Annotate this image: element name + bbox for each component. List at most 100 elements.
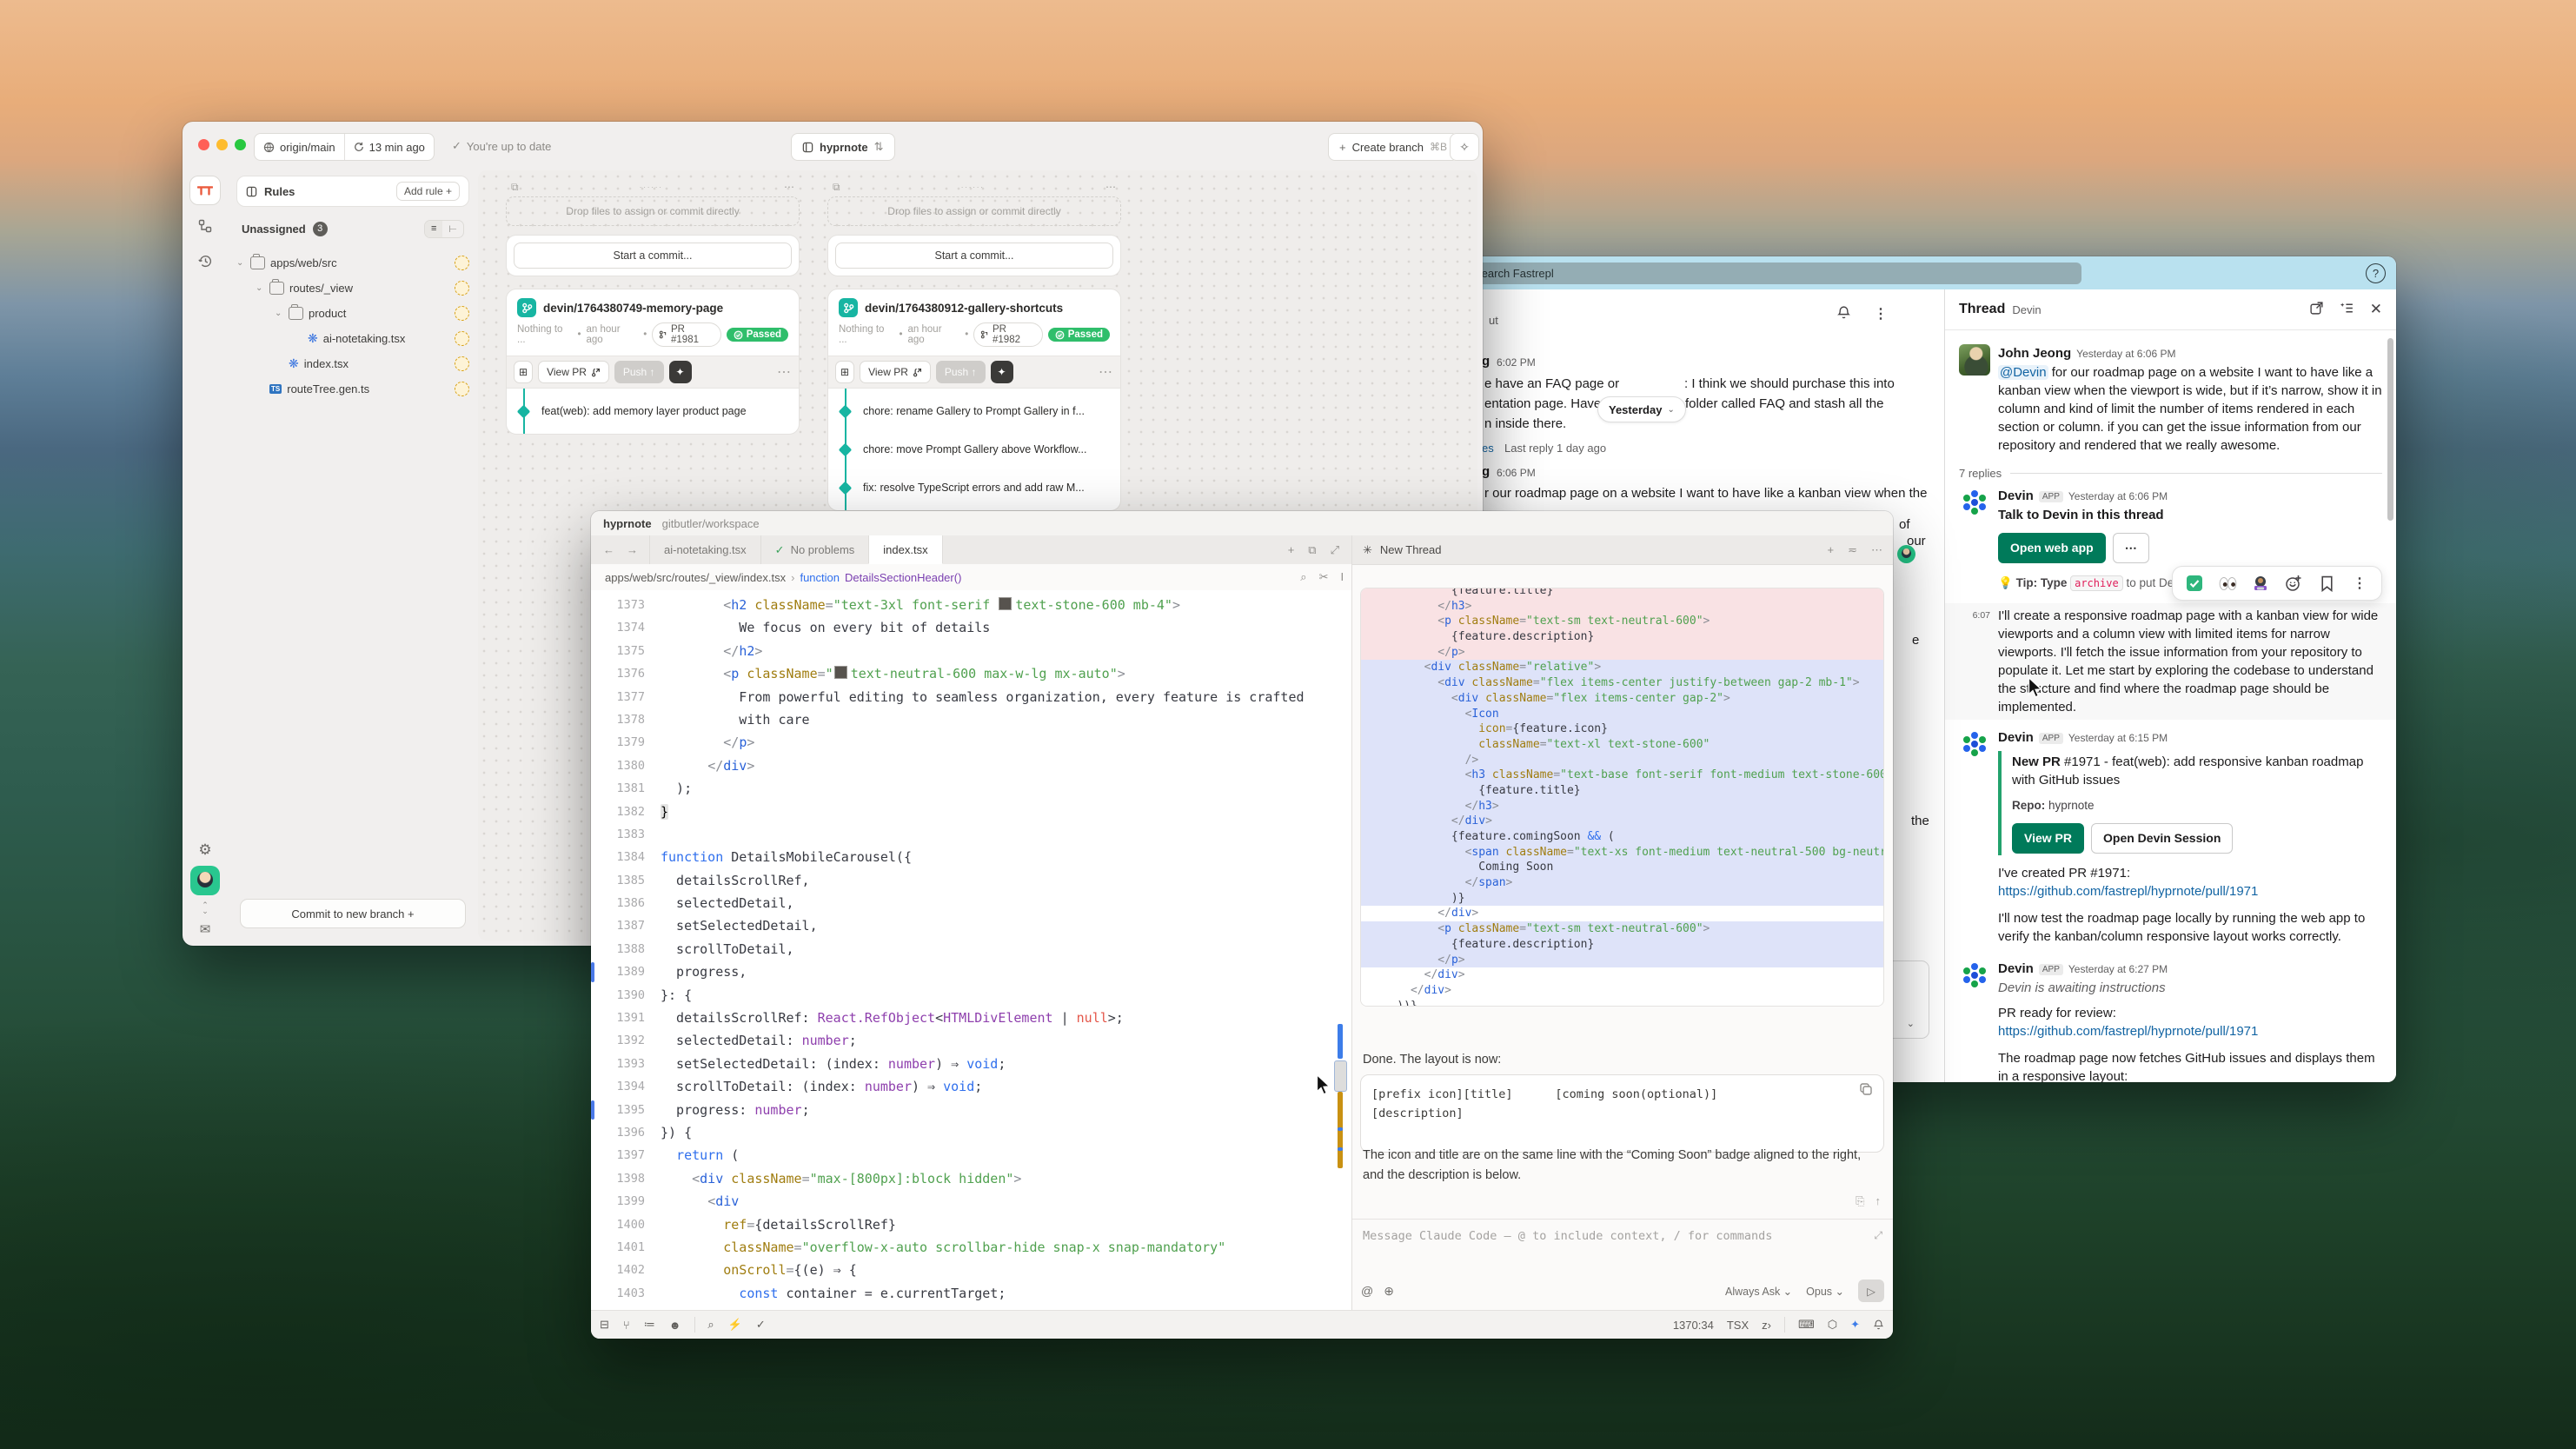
open-in-new-icon[interactable] [2309, 301, 2324, 316]
assign-icon-button[interactable]: ⊞ [835, 361, 854, 383]
sidebar-file-product[interactable]: ⌄product [236, 301, 469, 326]
new-tab-icon[interactable]: + [1288, 543, 1295, 556]
ai-commit-button[interactable]: ✦ [669, 361, 692, 383]
bell-icon[interactable] [1836, 305, 1851, 320]
message-more-icon[interactable]: ⋮ [2350, 574, 2369, 593]
commit-row[interactable]: fix: resolve TypeScript errors and add r… [828, 469, 1120, 507]
thread-history-icon[interactable]: ≂ [1848, 543, 1857, 557]
open-devin-session-button[interactable]: Open Devin Session [2091, 823, 2233, 854]
list-view-icon[interactable]: ≡ [425, 221, 442, 237]
tab-ai-notetaking[interactable]: ai-notetaking.tsx [649, 535, 761, 564]
branch-name[interactable]: devin/1764380749-memory-page [543, 302, 723, 315]
pr-number-pill[interactable]: PR #1981 [652, 322, 720, 347]
model-dropdown[interactable]: Opus ⌄ [1806, 1285, 1844, 1298]
view-pr-button[interactable]: View PR [860, 361, 931, 383]
editor-scrollbar-thumb[interactable] [1334, 1060, 1347, 1092]
git-panel-icon[interactable]: ⑂ [623, 1319, 630, 1332]
thread-actions-icon[interactable] [2340, 301, 2354, 316]
code-editor[interactable]: 1373 <h2 className="text-3xl font-serif … [591, 594, 1338, 1311]
notifications-bell-icon[interactable] [1873, 1319, 1884, 1331]
inline-assist-icon[interactable]: I [1340, 570, 1344, 584]
sidebar-file-apps-web-src[interactable]: ⌄apps/web/src [236, 250, 469, 276]
assign-icon-button[interactable]: ⊞ [514, 361, 533, 383]
drop-files-zone[interactable]: Drop files to assign or commit directly [506, 196, 800, 226]
project-selector[interactable]: hyprnote ⇅ [791, 133, 895, 161]
collab-panel-icon[interactable]: ☻ [669, 1319, 681, 1332]
expand-input-icon[interactable]: ⤢ [1874, 1229, 1882, 1242]
tab-diagnostics[interactable]: ✓No problems [760, 535, 870, 564]
copy-icon[interactable] [1859, 1082, 1876, 1100]
technologist-reaction-icon[interactable] [2251, 574, 2270, 593]
history-view-button[interactable] [190, 247, 220, 275]
commit-row[interactable]: feat(web): add memory layer product page [507, 392, 799, 430]
author-name[interactable]: Devin [1998, 961, 2034, 976]
add-reaction-icon[interactable] [2284, 574, 2303, 593]
check-reaction-icon[interactable] [2185, 574, 2204, 593]
add-context-icon[interactable]: ⊕ [1384, 1284, 1394, 1299]
split-pane-icon[interactable]: ⧉ [1308, 543, 1316, 557]
author-name[interactable]: Devin [1998, 730, 2034, 745]
push-button[interactable]: Push ↑ [614, 361, 664, 383]
agent-input[interactable]: Message Claude Code — @ to include conte… [1363, 1229, 1772, 1243]
bookmark-icon[interactable] [2317, 574, 2336, 593]
agent-more-icon[interactable]: ⋯ [1871, 543, 1882, 557]
drag-handle[interactable]: ∙∙∙∙∙∙ [519, 183, 784, 191]
view-pr-button[interactable]: View PR [538, 361, 609, 383]
tab-index[interactable]: index.tsx [868, 535, 942, 564]
language-mode[interactable]: TSX [1727, 1319, 1749, 1332]
settings-gear-icon[interactable]: ⚙ [198, 841, 211, 859]
more-actions-button[interactable]: ⋯ [2113, 533, 2149, 563]
pr-link[interactable]: https://github.com/fastrepl/hyprnote/pul… [1998, 1022, 2382, 1040]
view-pr-button[interactable]: View PR [2012, 823, 2084, 854]
target-branch-pill[interactable]: origin/main 13 min ago [254, 133, 435, 161]
help-icon[interactable]: ? [2366, 263, 2386, 283]
sidebar-file-index-tsx[interactable]: ❋index.tsx [236, 351, 469, 376]
branch-name[interactable]: devin/1764380912-gallery-shortcuts [865, 302, 1063, 315]
commit-to-new-branch-button[interactable]: Commit to new branch + [240, 899, 466, 928]
feedback-mail-icon[interactable]: ✉ [200, 921, 211, 937]
nav-forward-icon[interactable]: → [627, 543, 638, 556]
composer-expand-chevron[interactable]: ⌄ [1907, 1018, 1915, 1029]
search-status-icon[interactable]: ⌕ [707, 1318, 714, 1332]
collapse-column-icon[interactable]: ⧉ [833, 181, 840, 194]
debug-icon[interactable]: ⬡ [1828, 1318, 1837, 1332]
column-more-icon[interactable]: ⋯ [784, 181, 794, 193]
ai-commit-button[interactable]: ✦ [991, 361, 1013, 383]
start-commit-button[interactable]: Start a commit... [514, 243, 792, 269]
message-timestamp[interactable]: Yesterday at 6:06 PM [2068, 490, 2168, 502]
user-avatar[interactable] [190, 866, 220, 895]
breadcrumb[interactable]: apps/web/src/routes/_view/index.tsx› fun… [591, 564, 1379, 590]
date-divider-pill[interactable]: Yesterday⌄ [1597, 396, 1686, 422]
new-thread-icon[interactable]: + [1828, 543, 1835, 557]
markdown-file-icon[interactable]: ⎘ [1856, 1194, 1864, 1208]
cursor-position[interactable]: 1370:34 [1673, 1319, 1714, 1332]
send-message-button[interactable]: ▷ [1858, 1280, 1884, 1302]
hover-timestamp[interactable]: 6:07 [1959, 607, 1990, 716]
message-timestamp[interactable]: Yesterday at 6:15 PM [2068, 732, 2168, 744]
editor-branch-name[interactable]: gitbutler/workspace [662, 517, 760, 530]
author-name[interactable]: Devin [1998, 489, 2034, 503]
sidebar-file-ai-notetaking-tsx[interactable]: ❋ai-notetaking.tsx [236, 326, 469, 351]
close-thread-icon[interactable]: ✕ [2370, 301, 2382, 318]
diagnostics-ok-icon[interactable]: ✓ [756, 1318, 766, 1332]
start-commit-button[interactable]: Start a commit... [835, 243, 1113, 269]
project-panel-icon[interactable]: ⊟ [600, 1318, 609, 1332]
diff-preview[interactable]: {feature.title} </h3> <p className="text… [1360, 588, 1884, 1007]
mention-devin[interactable]: @Devin [1998, 365, 2048, 380]
branch-more-icon[interactable]: ⋯ [1099, 363, 1113, 381]
john-avatar[interactable] [1959, 344, 1990, 376]
message-timestamp[interactable]: Yesterday at 6:06 PM [2076, 348, 2175, 360]
collapse-column-icon[interactable]: ⧉ [511, 181, 519, 194]
editor-project-name[interactable]: hyprnote [603, 517, 652, 530]
more-options-icon[interactable]: ⋮ [1874, 305, 1888, 322]
column-more-icon[interactable]: ⋯ [1105, 181, 1116, 193]
nav-back-icon[interactable]: ← [603, 543, 614, 556]
scroll-up-icon[interactable]: ↑ [1876, 1194, 1882, 1208]
file-view-toggle[interactable]: ≡⊢ [424, 220, 464, 238]
pr-number-pill[interactable]: PR #1982 [973, 322, 1042, 347]
commit-row[interactable]: chore: move Prompt Gallery above Workflo… [828, 430, 1120, 469]
drag-handle[interactable]: ∙∙∙∙∙∙ [840, 183, 1105, 191]
slack-search-input[interactable]: Search Fastrepl [1466, 263, 2081, 284]
author-name[interactable]: John Jeong [1998, 346, 2071, 361]
push-button[interactable]: Push ↑ [936, 361, 986, 383]
